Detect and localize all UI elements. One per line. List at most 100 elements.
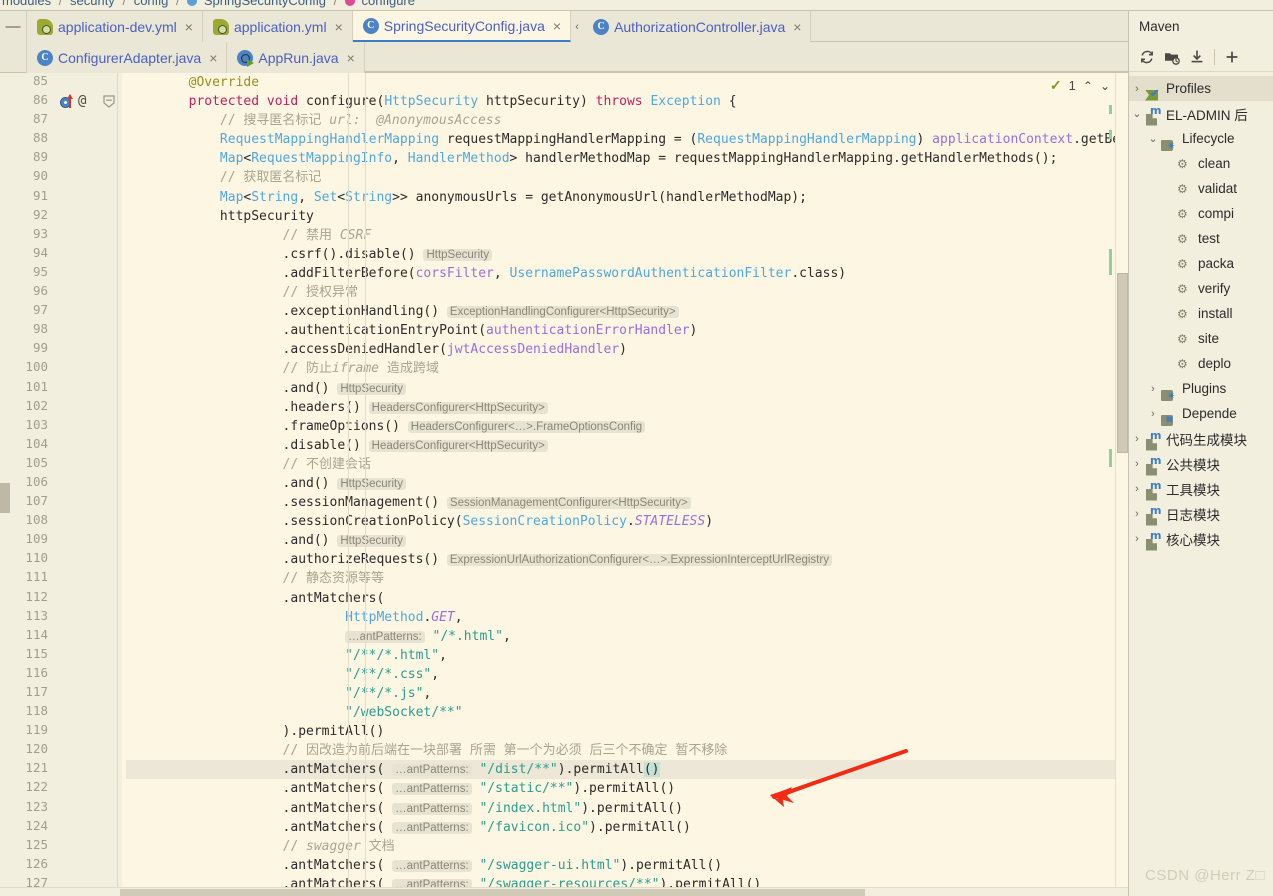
line-number[interactable]: 126: [10, 856, 48, 875]
fold-row[interactable]: [100, 760, 117, 779]
tab-application-dev-yml[interactable]: application-dev.yml ×: [26, 11, 203, 42]
gutter-row[interactable]: [54, 779, 100, 798]
gutter-row[interactable]: [54, 130, 100, 149]
tab-springsecurityconfig-java[interactable]: C SpringSecurityConfig.java ×: [352, 11, 572, 42]
code-line[interactable]: .antMatchers( …antPatterns: "/swagger-re…: [126, 875, 1128, 887]
line-number[interactable]: 97: [10, 302, 48, 321]
tab-apprun-java[interactable]: AppRun.java ×: [227, 42, 365, 73]
code-folding-column[interactable]: [100, 73, 118, 887]
gutter-row[interactable]: [54, 111, 100, 130]
line-number[interactable]: 115: [10, 646, 48, 665]
line-number[interactable]: 119: [10, 722, 48, 741]
maven-tree-item[interactable]: ⌄ EL-ADMIN 后: [1129, 101, 1273, 126]
code-line[interactable]: httpSecurity: [126, 207, 1128, 226]
gutter-row[interactable]: [54, 627, 100, 646]
gutter-row[interactable]: [54, 149, 100, 168]
maven-tree-item[interactable]: › Plugins: [1129, 376, 1273, 401]
fold-row[interactable]: [100, 455, 117, 474]
line-number[interactable]: 92: [10, 207, 48, 226]
code-line[interactable]: Map<String, Set<String>> anonymousUrls =…: [126, 188, 1128, 207]
gutter-row[interactable]: [54, 417, 100, 436]
code-line[interactable]: // 静态资源等等: [126, 569, 1128, 588]
gutter-row[interactable]: [54, 531, 100, 550]
gutter-row[interactable]: [54, 436, 100, 455]
code-line[interactable]: .addFilterBefore(corsFilter, UsernamePas…: [126, 264, 1128, 283]
fold-row[interactable]: [100, 799, 117, 818]
gutter-row[interactable]: [54, 646, 100, 665]
line-number[interactable]: 85: [10, 73, 48, 92]
chevron-toggle-icon[interactable]: ›: [1129, 533, 1145, 545]
line-number[interactable]: 122: [10, 779, 48, 798]
editor-horizontal-scrollbar[interactable]: [0, 887, 1128, 896]
code-line[interactable]: "/webSocket/**": [126, 703, 1128, 722]
line-number[interactable]: 100: [10, 359, 48, 378]
line-number[interactable]: 125: [10, 837, 48, 856]
fold-row[interactable]: [100, 703, 117, 722]
fold-row[interactable]: [100, 321, 117, 340]
gutter-row[interactable]: [54, 684, 100, 703]
code-line[interactable]: // 不创建会话: [126, 455, 1128, 474]
chevron-toggle-icon[interactable]: ›: [1129, 483, 1145, 495]
gutter-row[interactable]: [54, 837, 100, 856]
line-number[interactable]: 113: [10, 608, 48, 627]
fold-row[interactable]: [100, 474, 117, 493]
breadcrumb-item-security[interactable]: security: [70, 0, 115, 8]
line-number[interactable]: 124: [10, 818, 48, 837]
gutter-icon-column[interactable]: @: [54, 73, 100, 887]
maven-tree-item[interactable]: ⚙ deplo: [1129, 351, 1273, 376]
line-number[interactable]: 106: [10, 474, 48, 493]
fold-region-icon[interactable]: [103, 95, 115, 108]
fold-row[interactable]: [100, 417, 117, 436]
annotation-at-icon[interactable]: @: [78, 93, 86, 109]
chevron-toggle-icon[interactable]: ›: [1145, 408, 1161, 420]
line-number[interactable]: 88: [10, 130, 48, 149]
chevron-toggle-icon[interactable]: ›: [1145, 383, 1161, 395]
code-line[interactable]: "/**/*.css",: [126, 665, 1128, 684]
maven-tree-item[interactable]: ⚙ site: [1129, 326, 1273, 351]
chevron-toggle-icon[interactable]: ⌄: [1129, 107, 1145, 120]
code-line[interactable]: .authenticationEntryPoint(authentication…: [126, 321, 1128, 340]
tab-close-icon[interactable]: ×: [209, 50, 217, 66]
line-number[interactable]: 99: [10, 340, 48, 359]
tab-configureradapter-java[interactable]: C ConfigurerAdapter.java ×: [26, 42, 228, 73]
line-number[interactable]: 121: [10, 760, 48, 779]
line-number[interactable]: 117: [10, 684, 48, 703]
code-line[interactable]: .accessDeniedHandler(jwtAccessDeniedHand…: [126, 340, 1128, 359]
fold-row[interactable]: [100, 436, 117, 455]
gutter-row[interactable]: [54, 245, 100, 264]
gutter-row[interactable]: [54, 455, 100, 474]
chevron-toggle-icon[interactable]: ›: [1129, 433, 1145, 445]
line-number[interactable]: 93: [10, 226, 48, 245]
fold-row[interactable]: [100, 283, 117, 302]
hscrollbar-thumb[interactable]: [120, 889, 865, 896]
source-code[interactable]: @Override protected void configure(HttpS…: [122, 73, 1128, 887]
line-number[interactable]: 101: [10, 379, 48, 398]
override-method-icon[interactable]: [60, 94, 73, 109]
code-line[interactable]: ).permitAll(): [126, 722, 1128, 741]
code-line[interactable]: .antMatchers( …antPatterns: "/swagger-ui…: [126, 856, 1128, 875]
previous-problem-icon[interactable]: ⌃: [1083, 79, 1093, 93]
code-line[interactable]: .sessionCreationPolicy(SessionCreationPo…: [126, 512, 1128, 531]
fold-row[interactable]: [100, 589, 117, 608]
fold-row[interactable]: [100, 837, 117, 856]
code-line[interactable]: Map<RequestMappingInfo, HandlerMethod> h…: [126, 149, 1128, 168]
add-maven-project-icon[interactable]: [1221, 46, 1243, 68]
line-number[interactable]: 98: [10, 321, 48, 340]
code-line[interactable]: .exceptionHandling() ExceptionHandlingCo…: [126, 302, 1128, 321]
line-number[interactable]: 114: [10, 627, 48, 646]
maven-tree-item[interactable]: ⚙ test: [1129, 226, 1273, 251]
gutter-row[interactable]: [54, 379, 100, 398]
fold-row[interactable]: [100, 741, 117, 760]
code-line[interactable]: .and() HttpSecurity: [126, 531, 1128, 550]
fold-row[interactable]: [100, 856, 117, 875]
project-view-strip[interactable]: [0, 73, 10, 887]
code-line[interactable]: .antMatchers( …antPatterns: "/dist/**").…: [126, 760, 1128, 780]
maven-tree-item[interactable]: › 核心模块: [1129, 526, 1273, 551]
fold-row[interactable]: [100, 646, 117, 665]
maven-tree-item[interactable]: › 代码生成模块: [1129, 426, 1273, 451]
fold-row[interactable]: [100, 665, 117, 684]
gutter-row[interactable]: [54, 875, 100, 887]
gutter-row[interactable]: [54, 722, 100, 741]
code-line[interactable]: "/**/*.js",: [126, 684, 1128, 703]
gutter-row[interactable]: [54, 493, 100, 512]
